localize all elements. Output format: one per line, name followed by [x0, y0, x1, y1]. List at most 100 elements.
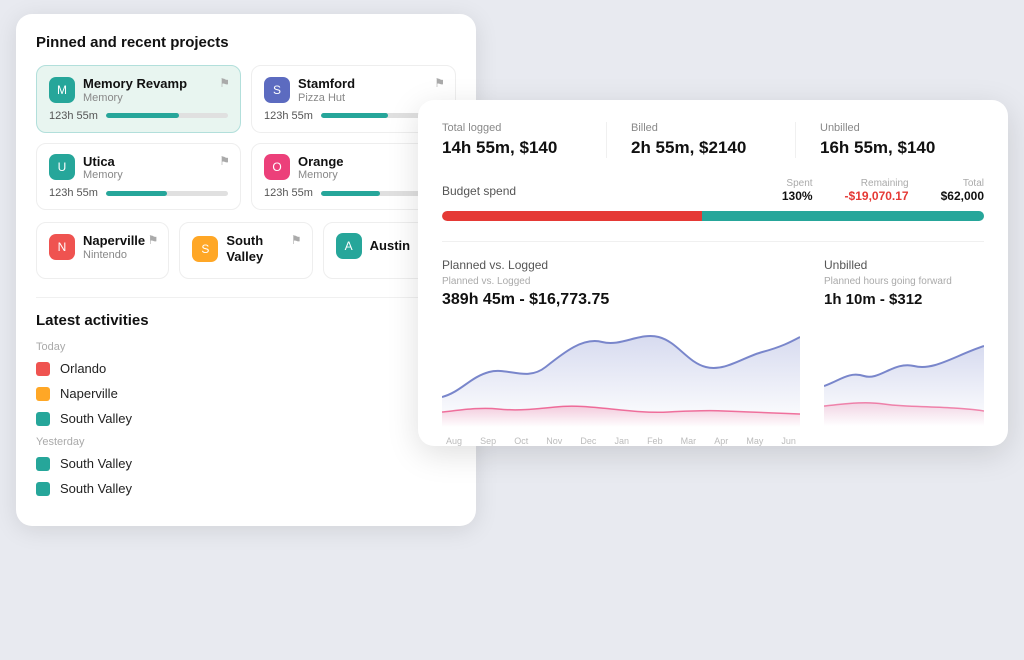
- activity-south-valley-y1: South Valley: [36, 456, 456, 471]
- budget-total-value: $62,000: [941, 189, 984, 203]
- budget-total-label: Total: [941, 178, 984, 189]
- budget-bar-red: [442, 211, 702, 221]
- project-icon-orange: O: [264, 154, 290, 180]
- x-label-oct: Oct: [514, 436, 528, 446]
- chart-title-planned: Planned vs. Logged: [442, 258, 800, 272]
- progress-fill-1: [321, 113, 388, 118]
- yesterday-label: Yesterday: [36, 436, 456, 448]
- project-icon-utica: U: [49, 154, 75, 180]
- activity-name-naperville: Naperville: [60, 386, 118, 401]
- stat-value-0: 14h 55m, $140: [442, 138, 582, 158]
- project-time-3: 123h 55m: [264, 187, 313, 199]
- budget-remaining-value: -$19,070.17: [845, 189, 909, 203]
- budget-label: Budget spend: [442, 184, 516, 198]
- project-name-2: Utica: [83, 154, 228, 170]
- project-icon-memory-revamp: M: [49, 77, 75, 103]
- stat-label-0: Total logged: [442, 122, 582, 134]
- activity-dot-sv-y2: [36, 482, 50, 496]
- activity-south-valley-y2: South Valley: [36, 481, 456, 496]
- project-name-0: Memory Revamp: [83, 76, 228, 92]
- project-sub-small-0: Nintendo: [83, 249, 156, 261]
- project-icon-austin: A: [336, 233, 362, 259]
- activity-dot-naperville: [36, 387, 50, 401]
- activity-dot-orlando: [36, 362, 50, 376]
- project-time-0: 123h 55m: [49, 110, 98, 122]
- charts-section: Planned vs. Logged Planned vs. Logged 38…: [442, 241, 984, 446]
- chart-value-unbilled: 1h 10m - $312: [824, 291, 984, 308]
- activity-naperville: Naperville: [36, 386, 456, 401]
- stat-label-2: Unbilled: [820, 122, 960, 134]
- project-sub-1: Pizza Hut: [298, 92, 443, 104]
- pinned-projects-title: Pinned and recent projects: [36, 34, 456, 51]
- budget-total: Total $62,000: [941, 178, 984, 203]
- projects-grid: M Memory Revamp Memory ⚑ 123h 55m S Stam…: [36, 65, 456, 210]
- project-card-naperville[interactable]: N Naperville Nintendo ⚑: [36, 222, 169, 279]
- x-label-feb: Feb: [647, 436, 663, 446]
- x-label-nov: Nov: [546, 436, 562, 446]
- stat-value-1: 2h 55m, $2140: [631, 138, 771, 158]
- chart-sub-unbilled: Planned hours going forward: [824, 276, 984, 287]
- project-name-small-0: Naperville: [83, 233, 156, 249]
- project-icon-stamford: S: [264, 77, 290, 103]
- today-label: Today: [36, 341, 456, 353]
- stat-unbilled: Unbilled 16h 55m, $140: [795, 122, 984, 158]
- budget-spent: Spent 130%: [782, 178, 813, 203]
- progress-fill-2: [106, 191, 167, 196]
- chart-sub-planned: Planned vs. Logged: [442, 276, 800, 287]
- x-label-jun: Jun: [781, 436, 796, 446]
- activity-orlando: Orlando: [36, 361, 456, 376]
- budget-bar-green: [702, 211, 984, 221]
- stat-value-2: 16h 55m, $140: [820, 138, 960, 158]
- left-card: Pinned and recent projects M Memory Reva…: [16, 14, 476, 526]
- x-label-mar: Mar: [681, 436, 697, 446]
- project-card-memory-revamp[interactable]: M Memory Revamp Memory ⚑ 123h 55m: [36, 65, 241, 133]
- project-sub-2: Memory: [83, 169, 228, 181]
- activity-name-sv-y1: South Valley: [60, 456, 132, 471]
- right-card: Total logged 14h 55m, $140 Billed 2h 55m…: [418, 100, 1008, 446]
- project-sub-0: Memory: [83, 92, 228, 104]
- activity-south-valley-today: South Valley: [36, 411, 456, 426]
- pin-icon-sm-0: ⚑: [148, 233, 159, 247]
- pin-icon-2: ⚑: [219, 154, 230, 168]
- activity-name-orlando: Orlando: [60, 361, 106, 376]
- progress-fill-3: [321, 191, 380, 196]
- budget-section: Budget spend Spent 130% Remaining -$19,0…: [442, 178, 984, 221]
- chart-title-unbilled: Unbilled: [824, 258, 984, 272]
- project-icon-naperville: N: [49, 234, 75, 260]
- project-name-small-1: South Valley: [226, 233, 299, 264]
- project-icon-south-valley: S: [192, 236, 218, 262]
- x-label-dec: Dec: [580, 436, 596, 446]
- projects-row2: N Naperville Nintendo ⚑ S South Valley ⚑…: [36, 222, 456, 279]
- activity-name-sv-y2: South Valley: [60, 481, 132, 496]
- progress-bar-0: [106, 113, 228, 118]
- stat-total-logged: Total logged 14h 55m, $140: [442, 122, 606, 158]
- activity-dot-sv-y1: [36, 457, 50, 471]
- budget-meta: Spent 130% Remaining -$19,070.17 Total $…: [782, 178, 984, 203]
- project-name-1: Stamford: [298, 76, 443, 92]
- chart-value-planned: 389h 45m - $16,773.75: [442, 291, 800, 309]
- budget-remaining-label: Remaining: [845, 178, 909, 189]
- budget-bar-track: [442, 211, 984, 221]
- planned-chart-svg: [442, 317, 800, 427]
- x-label-jan: Jan: [614, 436, 629, 446]
- project-card-south-valley[interactable]: S South Valley ⚑: [179, 222, 312, 279]
- budget-header: Budget spend Spent 130% Remaining -$19,0…: [442, 178, 984, 203]
- x-label-apr: Apr: [714, 436, 728, 446]
- unbilled-block: Unbilled Planned hours going forward 1h …: [824, 258, 984, 446]
- project-card-utica[interactable]: U Utica Memory ⚑ 123h 55m: [36, 143, 241, 211]
- pin-icon-1: ⚑: [434, 76, 445, 90]
- pin-icon-sm-1: ⚑: [291, 233, 302, 247]
- activity-dot-sv-today: [36, 412, 50, 426]
- unbilled-chart-svg: [824, 316, 984, 426]
- stat-label-1: Billed: [631, 122, 771, 134]
- pin-icon-0: ⚑: [219, 76, 230, 90]
- x-label-sep: Sep: [480, 436, 496, 446]
- budget-remaining: Remaining -$19,070.17: [845, 178, 909, 203]
- activity-name-sv-today: South Valley: [60, 411, 132, 426]
- progress-bar-2: [106, 191, 228, 196]
- budget-spent-label: Spent: [782, 178, 813, 189]
- project-time-1: 123h 55m: [264, 110, 313, 122]
- planned-vs-logged-block: Planned vs. Logged Planned vs. Logged 38…: [442, 258, 800, 446]
- x-label-aug: Aug: [446, 436, 462, 446]
- project-time-2: 123h 55m: [49, 187, 98, 199]
